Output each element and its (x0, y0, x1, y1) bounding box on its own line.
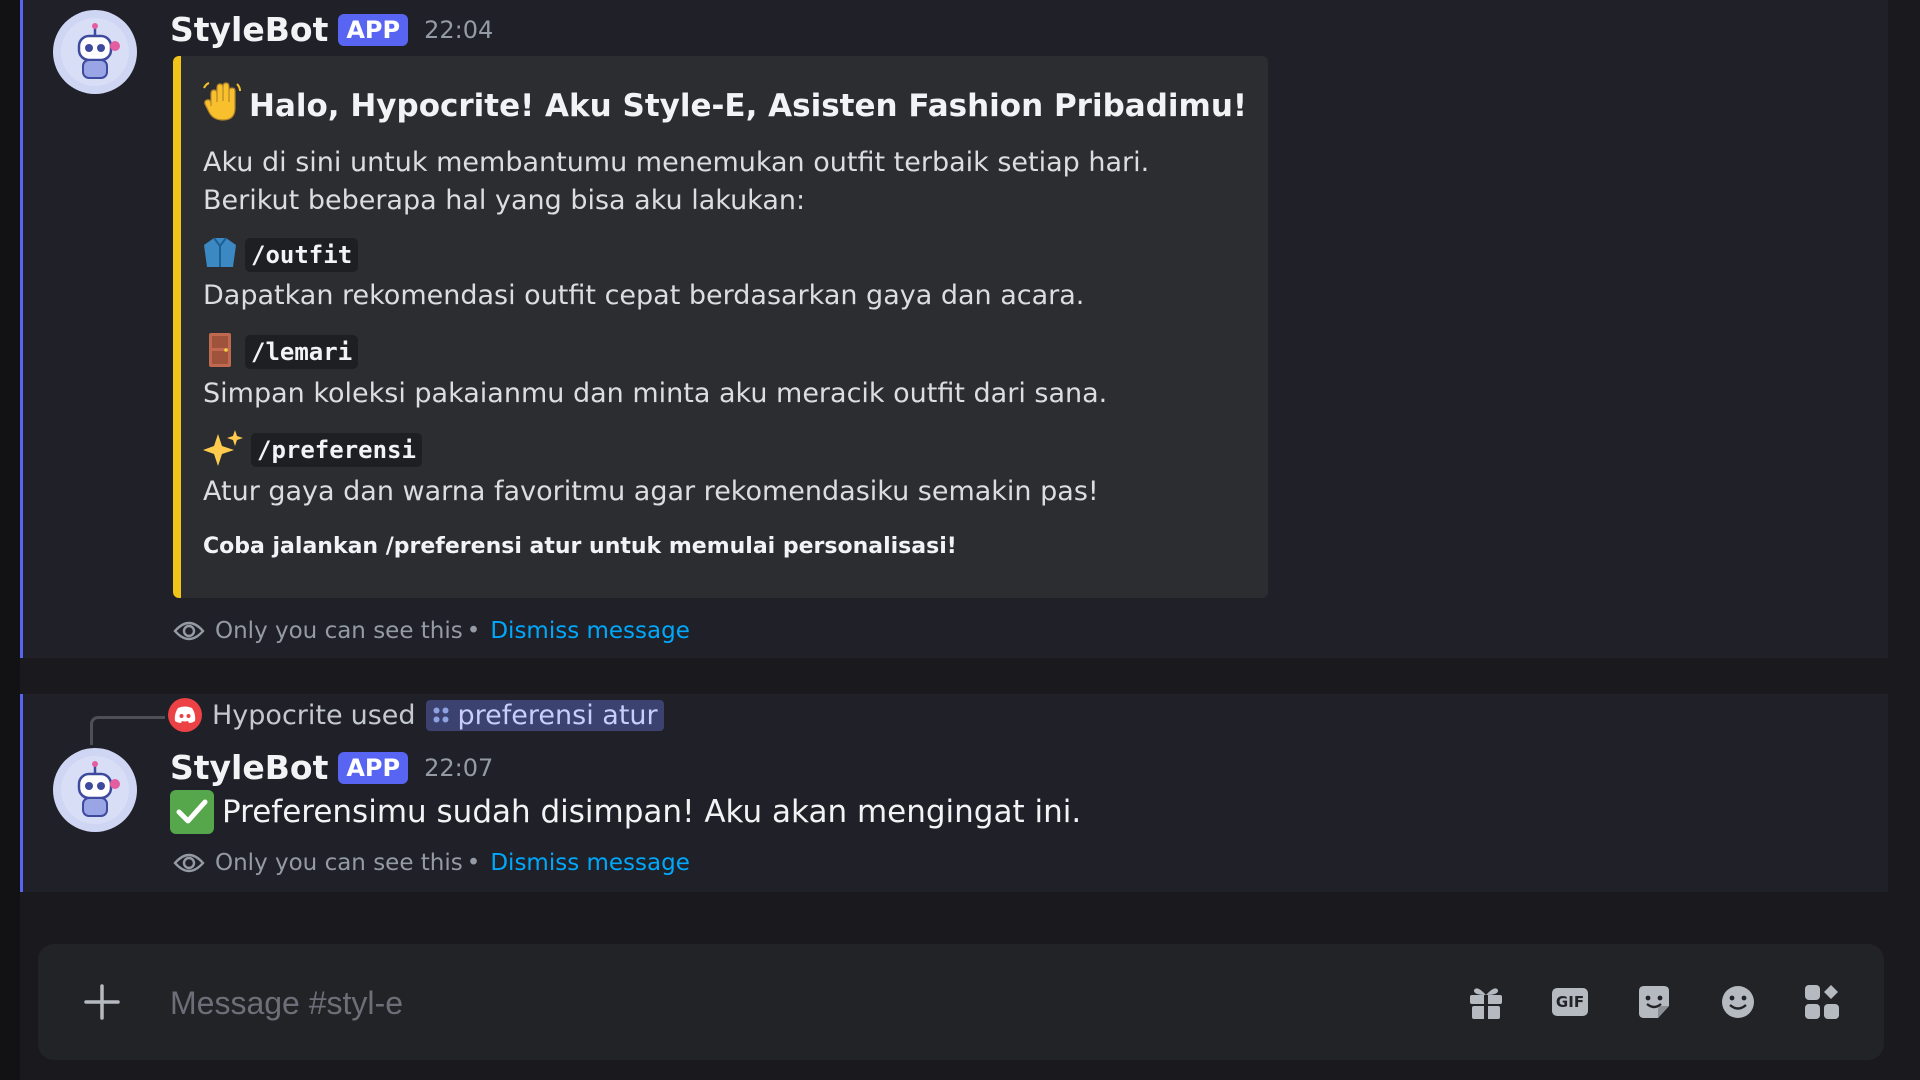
command-description: Dapatkan rekomendasi outfit cepat berdas… (203, 280, 1085, 311)
dismiss-message-link[interactable]: Dismiss message (490, 850, 690, 876)
reply-username[interactable]: Hypocrite (212, 700, 343, 731)
gif-button[interactable]: GIF (1546, 978, 1594, 1026)
gif-icon: GIF (1552, 988, 1588, 1016)
slash-command-name: preferensi atur (457, 699, 658, 731)
discord-logo-icon (174, 706, 196, 723)
stylebot-avatar[interactable] (53, 10, 137, 94)
command-icon (433, 707, 449, 723)
timestamp[interactable]: 22:07 (424, 754, 493, 782)
username[interactable]: StyleBot (170, 748, 328, 787)
message-input[interactable] (168, 968, 1172, 1038)
separator-dot: • (466, 850, 481, 876)
command-code: /lemari (245, 335, 359, 369)
check-mark-icon (170, 790, 214, 834)
visibility-note: Only you can see this • Dismiss message (173, 850, 690, 876)
command-row-outfit: /outfit (203, 236, 359, 274)
message-composer: GIF (38, 944, 1884, 1060)
emoji-icon (1722, 986, 1754, 1018)
message-header: StyleBot APP 22:07 (170, 748, 493, 787)
command-description: Simpan koleksi pakaianmu dan minta aku m… (203, 378, 1108, 409)
sparkles-icon (203, 430, 243, 470)
apps-button[interactable] (1798, 978, 1846, 1026)
embed-footer-note: Coba jalankan /preferensi atur untuk mem… (203, 534, 957, 559)
visibility-text: Only you can see this (215, 850, 463, 876)
gift-button[interactable] (1462, 978, 1510, 1026)
visibility-text: Only you can see this (215, 618, 463, 644)
command-description: Atur gaya dan warna favoritmu agar rekom… (203, 476, 1099, 507)
reply-connector (90, 716, 165, 745)
waving-hand-icon (203, 82, 241, 130)
hypocrite-avatar[interactable] (168, 698, 202, 732)
stylebot-avatar[interactable] (53, 748, 137, 832)
ephemeral-message-1: StyleBot APP 22:04 Halo, Hypocrite! Aku … (20, 0, 1888, 658)
command-reply-context[interactable]: Hypocrite used preferensi atur (168, 698, 664, 732)
embed-description: Aku di sini untuk membantumu menemukan o… (203, 147, 1150, 216)
embed: Halo, Hypocrite! Aku Style-E, Asisten Fa… (173, 56, 1268, 598)
visibility-note: Only you can see this • Dismiss message (173, 618, 690, 644)
plus-icon (84, 984, 120, 1020)
embed-title: Halo, Hypocrite! Aku Style-E, Asisten Fa… (203, 82, 1247, 130)
slash-command-mention[interactable]: preferensi atur (425, 699, 664, 731)
apps-icon (1805, 985, 1839, 1019)
door-icon (203, 332, 237, 372)
emoji-button[interactable] (1714, 978, 1762, 1026)
gift-icon (1470, 988, 1502, 1019)
timestamp[interactable]: 22:04 (424, 16, 493, 44)
command-code: /outfit (245, 238, 359, 272)
eye-icon (173, 621, 205, 641)
message-text: Preferensimu sudah disimpan! Aku akan me… (222, 794, 1082, 830)
eye-icon (173, 853, 205, 873)
sticker-icon (1639, 986, 1669, 1018)
app-badge: APP (338, 13, 409, 46)
attach-plus-button[interactable] (72, 972, 132, 1032)
reply-action: used (350, 699, 416, 731)
separator-dot: • (466, 618, 481, 644)
message-header: StyleBot APP 22:04 (170, 10, 493, 49)
coat-icon (203, 236, 237, 274)
left-rail (0, 0, 20, 1080)
app-badge: APP (338, 751, 409, 784)
embed-title-text: Halo, Hypocrite! Aku Style-E, Asisten Fa… (249, 88, 1248, 124)
dismiss-message-link[interactable]: Dismiss message (490, 618, 690, 644)
command-row-lemari: /lemari (203, 332, 359, 372)
command-row-preferensi: /preferensi (203, 430, 422, 470)
robot-icon (61, 18, 129, 86)
sticker-button[interactable] (1630, 978, 1678, 1026)
robot-icon (61, 756, 129, 824)
command-code: /preferensi (251, 433, 422, 467)
message-content: Preferensimu sudah disimpan! Aku akan me… (170, 790, 1081, 834)
username[interactable]: StyleBot (170, 10, 328, 49)
